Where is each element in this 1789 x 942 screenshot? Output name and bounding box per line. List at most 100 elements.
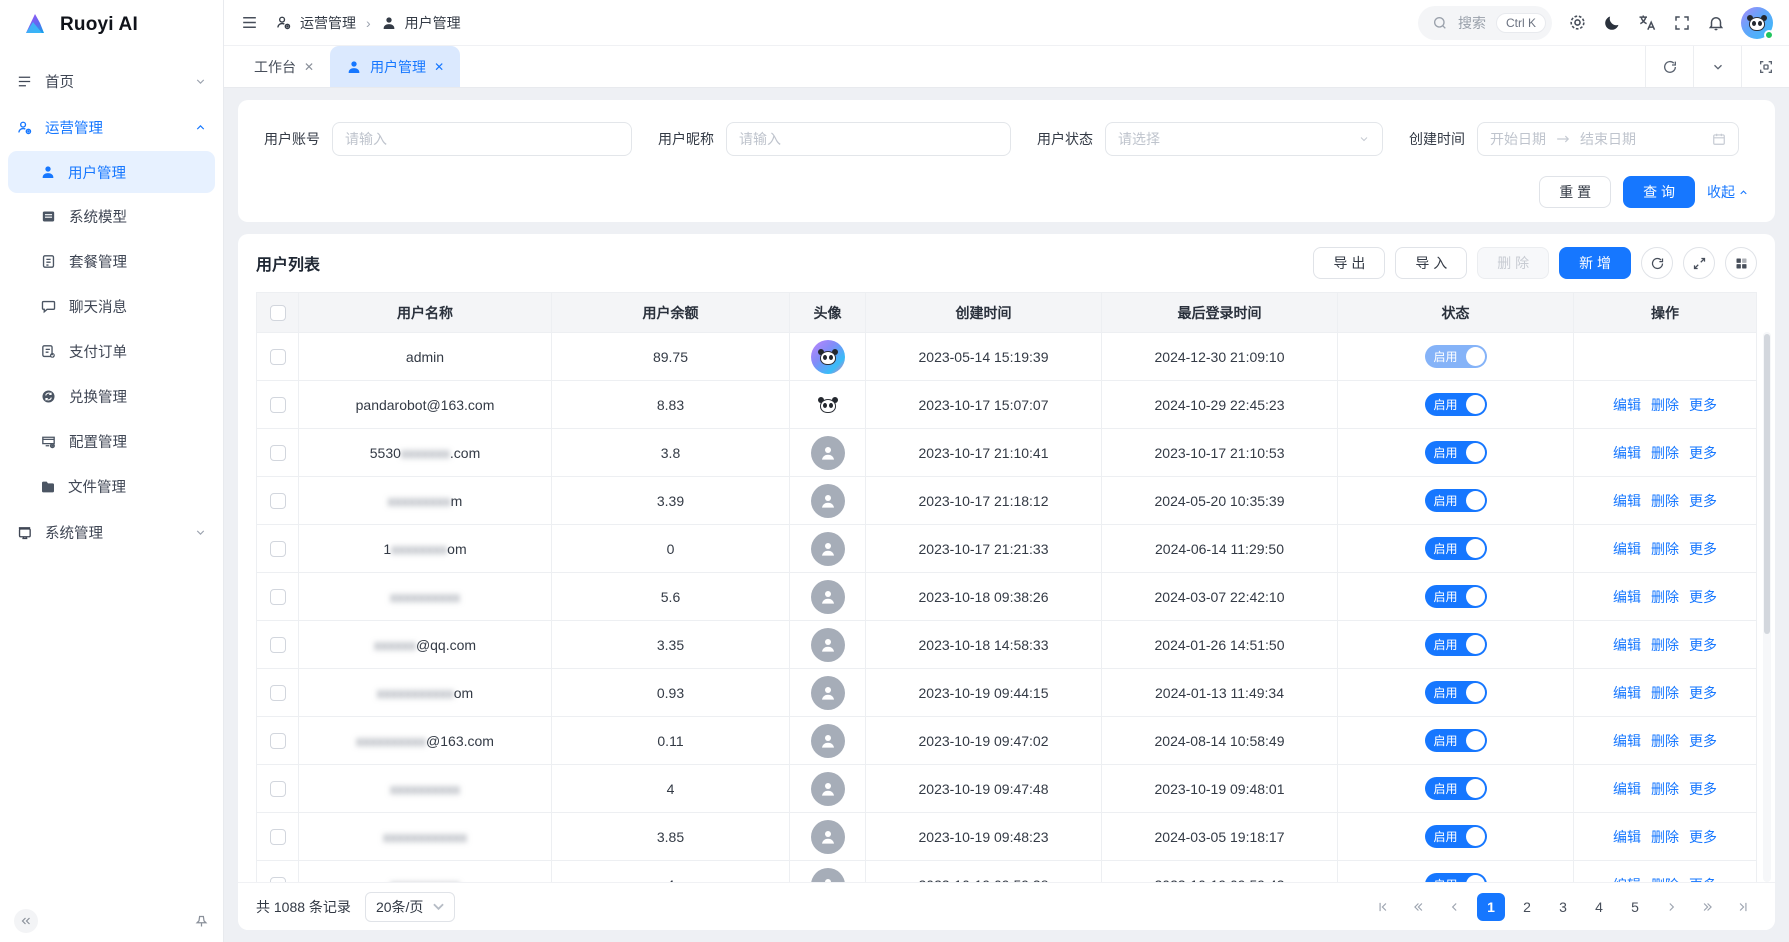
- row-action-delete[interactable]: 删除: [1651, 827, 1679, 847]
- status-toggle[interactable]: 启用: [1425, 345, 1487, 368]
- table-scrollbar[interactable]: [1763, 332, 1771, 882]
- row-checkbox[interactable]: [270, 493, 286, 509]
- row-action-more[interactable]: 更多: [1689, 395, 1717, 415]
- row-action-delete[interactable]: 删除: [1651, 635, 1679, 655]
- row-action-edit[interactable]: 编辑: [1613, 539, 1641, 559]
- sidebar-group-1[interactable]: 运营管理: [0, 104, 223, 150]
- row-action-edit[interactable]: 编辑: [1613, 779, 1641, 799]
- sidebar-item-chat[interactable]: 聊天消息: [0, 284, 223, 329]
- import-button[interactable]: 导 入: [1395, 247, 1467, 279]
- fullscreen-icon[interactable]: [1673, 14, 1691, 32]
- export-button[interactable]: 导 出: [1313, 247, 1385, 279]
- row-checkbox[interactable]: [270, 781, 286, 797]
- row-action-more[interactable]: 更多: [1689, 731, 1717, 751]
- refresh-table-icon[interactable]: [1641, 247, 1673, 279]
- sidebar-item-user[interactable]: 用户管理: [8, 151, 215, 193]
- status-toggle[interactable]: 启用: [1425, 825, 1487, 848]
- row-action-delete[interactable]: 删除: [1651, 683, 1679, 703]
- row-action-more[interactable]: 更多: [1689, 875, 1717, 883]
- hamburger-menu-icon[interactable]: [240, 13, 259, 32]
- table-scroll-area[interactable]: 用户名称用户余额头像创建时间最后登录时间状态操作admin89.752023-0…: [238, 292, 1775, 882]
- collapse-sidebar-button[interactable]: [14, 909, 38, 933]
- status-toggle[interactable]: 启用: [1425, 393, 1487, 416]
- row-checkbox[interactable]: [270, 637, 286, 653]
- row-action-delete[interactable]: 删除: [1651, 779, 1679, 799]
- settings-icon[interactable]: [1568, 13, 1587, 32]
- row-action-edit[interactable]: 编辑: [1613, 443, 1641, 463]
- nickname-input[interactable]: [726, 122, 1011, 156]
- close-tab-icon[interactable]: ✕: [304, 60, 314, 74]
- row-action-edit[interactable]: 编辑: [1613, 395, 1641, 415]
- status-toggle[interactable]: 启用: [1425, 729, 1487, 752]
- close-tab-icon[interactable]: ✕: [434, 60, 444, 74]
- page-size-select[interactable]: 20条/页: [365, 892, 455, 922]
- row-action-edit[interactable]: 编辑: [1613, 635, 1641, 655]
- row-action-edit[interactable]: 编辑: [1613, 683, 1641, 703]
- status-select[interactable]: 请选择: [1105, 122, 1383, 156]
- theme-moon-icon[interactable]: [1603, 14, 1621, 32]
- row-action-edit[interactable]: 编辑: [1613, 491, 1641, 511]
- row-action-delete[interactable]: 删除: [1651, 587, 1679, 607]
- brand-logo[interactable]: Ruoyi AI: [0, 0, 223, 50]
- account-input[interactable]: [332, 122, 632, 156]
- status-toggle[interactable]: 启用: [1425, 681, 1487, 704]
- status-toggle[interactable]: 启用: [1425, 873, 1487, 882]
- date-range-picker[interactable]: 开始日期 结束日期: [1477, 122, 1739, 156]
- reset-button[interactable]: 重 置: [1539, 176, 1611, 208]
- sidebar-item-order[interactable]: 支付订单: [0, 329, 223, 374]
- status-toggle[interactable]: 启用: [1425, 537, 1487, 560]
- row-checkbox[interactable]: [270, 877, 286, 883]
- sidebar-item-model[interactable]: 系统模型: [0, 194, 223, 239]
- breadcrumb-item[interactable]: 运营管理: [300, 13, 356, 33]
- page-2-button[interactable]: 2: [1513, 893, 1541, 921]
- row-checkbox[interactable]: [270, 541, 286, 557]
- maximize-content-icon[interactable]: [1741, 46, 1789, 87]
- row-action-delete[interactable]: 删除: [1651, 395, 1679, 415]
- add-button[interactable]: 新 增: [1559, 247, 1631, 279]
- status-toggle[interactable]: 启用: [1425, 489, 1487, 512]
- tab-options-chevron-icon[interactable]: [1693, 46, 1741, 87]
- row-action-edit[interactable]: 编辑: [1613, 587, 1641, 607]
- row-action-delete[interactable]: 删除: [1651, 875, 1679, 883]
- next-page-button[interactable]: [1657, 893, 1685, 921]
- page-4-button[interactable]: 4: [1585, 893, 1613, 921]
- row-action-more[interactable]: 更多: [1689, 779, 1717, 799]
- sidebar-group-0[interactable]: 首页: [0, 58, 223, 104]
- status-toggle[interactable]: 启用: [1425, 633, 1487, 656]
- user-avatar[interactable]: [1741, 7, 1773, 39]
- search-button[interactable]: 查 询: [1623, 176, 1695, 208]
- scrollbar-thumb[interactable]: [1764, 334, 1770, 634]
- refresh-page-icon[interactable]: [1645, 46, 1693, 87]
- row-action-edit[interactable]: 编辑: [1613, 731, 1641, 751]
- tab-user-management[interactable]: 用户管理 ✕: [330, 46, 460, 87]
- row-action-delete[interactable]: 删除: [1651, 731, 1679, 751]
- row-action-more[interactable]: 更多: [1689, 587, 1717, 607]
- breadcrumb-item[interactable]: 用户管理: [405, 13, 461, 33]
- status-toggle[interactable]: 启用: [1425, 441, 1487, 464]
- column-settings-icon[interactable]: [1725, 247, 1757, 279]
- jump-forward-button[interactable]: [1693, 893, 1721, 921]
- row-checkbox[interactable]: [270, 349, 286, 365]
- tab-workbench[interactable]: 工作台 ✕: [238, 46, 330, 87]
- row-action-more[interactable]: 更多: [1689, 539, 1717, 559]
- row-checkbox[interactable]: [270, 829, 286, 845]
- jump-back-button[interactable]: [1405, 893, 1433, 921]
- prev-page-button[interactable]: [1441, 893, 1469, 921]
- page-5-button[interactable]: 5: [1621, 893, 1649, 921]
- row-action-delete[interactable]: 删除: [1651, 491, 1679, 511]
- select-all-checkbox[interactable]: [270, 305, 286, 321]
- page-1-button[interactable]: 1: [1477, 893, 1505, 921]
- sidebar-item-folder[interactable]: 文件管理: [0, 464, 223, 509]
- collapse-filters-link[interactable]: 收起: [1707, 182, 1749, 202]
- row-checkbox[interactable]: [270, 397, 286, 413]
- global-search[interactable]: 搜索 Ctrl K: [1418, 6, 1552, 40]
- row-action-delete[interactable]: 删除: [1651, 443, 1679, 463]
- translate-icon[interactable]: [1637, 13, 1657, 33]
- fullscreen-table-icon[interactable]: [1683, 247, 1715, 279]
- sidebar-group-2[interactable]: 系统管理: [0, 509, 223, 555]
- row-action-more[interactable]: 更多: [1689, 827, 1717, 847]
- row-checkbox[interactable]: [270, 733, 286, 749]
- sidebar-item-package[interactable]: 套餐管理: [0, 239, 223, 284]
- row-action-more[interactable]: 更多: [1689, 683, 1717, 703]
- last-page-button[interactable]: [1729, 893, 1757, 921]
